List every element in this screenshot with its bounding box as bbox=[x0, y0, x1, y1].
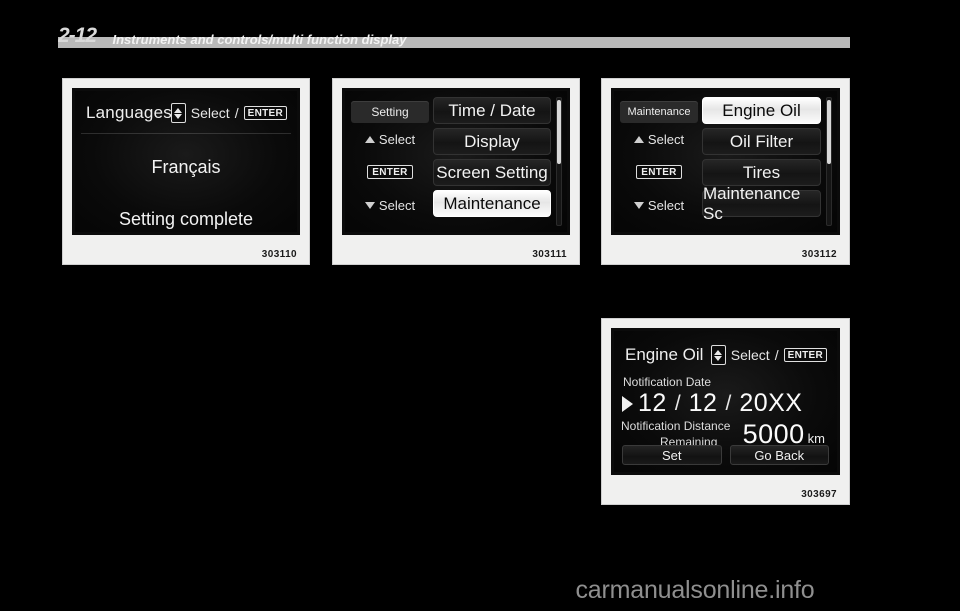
date-separator: / bbox=[725, 391, 732, 415]
menu-item-engine-oil[interactable]: Engine Oil bbox=[702, 97, 821, 124]
page-number: 2-12 bbox=[58, 24, 97, 47]
notification-date-value-row[interactable]: 12 / 12 / 20XX bbox=[622, 389, 829, 418]
scroll-down-hint: Select bbox=[351, 198, 429, 213]
go-back-button[interactable]: Go Back bbox=[729, 445, 829, 465]
triangle-up-icon bbox=[364, 136, 375, 143]
enter-key-badge: ENTER bbox=[243, 105, 287, 121]
triangle-down-icon bbox=[364, 202, 375, 209]
triangle-up-icon bbox=[633, 136, 644, 143]
menu-item-display[interactable]: Display bbox=[433, 128, 551, 155]
menu-key-guide: Maintenance Select ENTER Select bbox=[620, 99, 698, 226]
figure-id: 303110 bbox=[261, 249, 297, 260]
lcd-screen-engine-oil: Engine Oil Select / ENTER Notification D… bbox=[611, 328, 840, 475]
menu-list-maintenance: Engine Oil Oil Filter Tires Maintenance … bbox=[702, 97, 821, 228]
menu-item-oil-filter[interactable]: Oil Filter bbox=[702, 128, 821, 155]
notification-date-label: Notification Date bbox=[623, 375, 712, 389]
enter-hint: ENTER bbox=[351, 165, 429, 179]
figure-id: 303697 bbox=[801, 489, 837, 500]
figure-id: 303112 bbox=[801, 249, 837, 260]
screen-divider bbox=[81, 133, 291, 134]
selected-language-value: Français bbox=[151, 157, 221, 177]
set-button[interactable]: Set bbox=[622, 445, 722, 465]
figure-languages: Languages Select / ENTER Français Settin… bbox=[62, 78, 310, 265]
date-separator: / bbox=[674, 391, 681, 415]
menu-item-screen-setting[interactable]: Screen Setting bbox=[433, 159, 551, 186]
up-down-arrows-icon bbox=[710, 345, 726, 365]
scrollbar[interactable] bbox=[826, 97, 832, 226]
scrollbar-thumb[interactable] bbox=[557, 100, 561, 164]
date-month-value[interactable]: 12 bbox=[638, 389, 667, 418]
enter-key-badge: ENTER bbox=[636, 165, 682, 179]
remaining-distance-value[interactable]: 5000 bbox=[743, 421, 805, 448]
figure-id: 303111 bbox=[532, 249, 567, 260]
figure-maintenance-menu: Maintenance Select ENTER Select Engine O… bbox=[601, 78, 850, 265]
setting-complete-status: Setting complete bbox=[118, 209, 254, 229]
select-enter-hint: Select / ENTER bbox=[170, 103, 287, 123]
figure-setting-menu: Setting Select ENTER Select Time / Date … bbox=[332, 78, 580, 265]
page-title: Instruments and controls/multi function … bbox=[112, 32, 407, 47]
button-row: Set Go Back bbox=[622, 445, 829, 465]
menu-item-tires[interactable]: Tires bbox=[702, 159, 821, 186]
menu-list-setting: Time / Date Display Screen Setting Maint… bbox=[433, 97, 551, 228]
scroll-down-label: Select bbox=[647, 198, 685, 213]
triangle-up-icon bbox=[714, 349, 723, 355]
lcd-screen-maintenance: Maintenance Select ENTER Select Engine O… bbox=[611, 88, 840, 235]
lcd-screen-setting: Setting Select ENTER Select Time / Date … bbox=[342, 88, 570, 235]
site-watermark: carmanualsonline.info bbox=[0, 576, 960, 605]
scroll-up-label: Select bbox=[378, 132, 416, 147]
scroll-up-hint: Select bbox=[351, 132, 429, 147]
triangle-up-icon bbox=[174, 107, 183, 113]
date-day-value[interactable]: 12 bbox=[689, 389, 718, 418]
notification-distance-label: Notification Distance bbox=[621, 419, 731, 433]
breadcrumb: 2-12 Instruments and controls/multi func… bbox=[58, 24, 858, 48]
up-down-arrows-icon bbox=[170, 103, 186, 123]
select-enter-hint: Select / ENTER bbox=[710, 345, 827, 365]
select-hint-label: Select bbox=[190, 105, 230, 121]
site-watermark-text: carmanualsonline.info bbox=[575, 576, 815, 604]
enter-key-badge: ENTER bbox=[367, 165, 413, 179]
triangle-down-icon bbox=[714, 355, 723, 361]
cursor-arrow-icon bbox=[622, 395, 633, 412]
menu-item-time-date[interactable]: Time / Date bbox=[433, 97, 551, 124]
date-year-value[interactable]: 20XX bbox=[739, 389, 802, 418]
screen-title-languages: Languages bbox=[86, 103, 172, 122]
menu-item-maintenance-schedule[interactable]: Maintenance Sc bbox=[702, 184, 821, 223]
menu-key-guide: Setting Select ENTER Select bbox=[351, 99, 429, 226]
scrollbar[interactable] bbox=[556, 97, 562, 226]
hint-separator: / bbox=[234, 105, 239, 121]
menu-item-maintenance[interactable]: Maintenance bbox=[433, 190, 551, 217]
scroll-down-hint: Select bbox=[620, 198, 698, 213]
scroll-up-label: Select bbox=[647, 132, 685, 147]
enter-key-badge: ENTER bbox=[783, 347, 827, 363]
menu-tab-label: Setting bbox=[351, 101, 429, 123]
triangle-down-icon bbox=[174, 113, 183, 119]
figure-engine-oil-detail: Engine Oil Select / ENTER Notification D… bbox=[601, 318, 850, 505]
scrollbar-thumb[interactable] bbox=[827, 100, 831, 164]
scroll-up-hint: Select bbox=[620, 132, 698, 147]
select-hint-label: Select bbox=[730, 347, 770, 363]
lcd-screen-languages: Languages Select / ENTER Français Settin… bbox=[72, 88, 300, 235]
enter-hint: ENTER bbox=[620, 165, 698, 179]
hint-separator: / bbox=[774, 347, 779, 363]
screen-title-engine-oil: Engine Oil bbox=[625, 345, 704, 364]
remaining-distance-row[interactable]: 5000 km bbox=[743, 421, 825, 448]
menu-tab-label: Maintenance bbox=[620, 101, 698, 123]
triangle-down-icon bbox=[633, 202, 644, 209]
scroll-down-label: Select bbox=[378, 198, 416, 213]
